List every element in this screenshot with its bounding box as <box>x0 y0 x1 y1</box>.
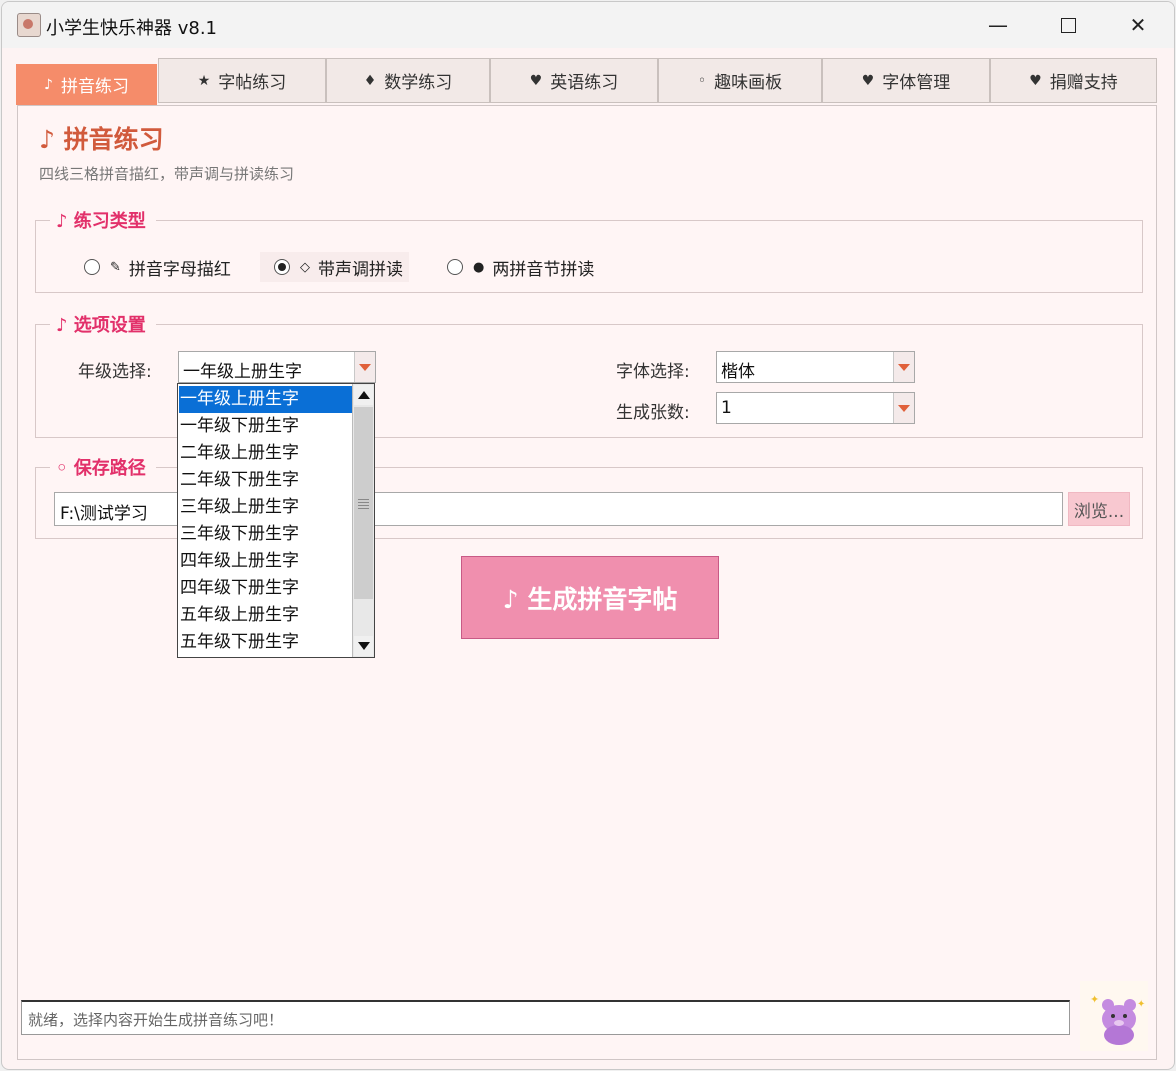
count-label: 生成张数: <box>616 403 690 423</box>
page-title: ♪ 拼音练习 <box>39 125 164 154</box>
small-circle-icon: ◦ <box>697 72 707 89</box>
tab-math[interactable]: ♦ 数学练习 <box>326 58 490 103</box>
title-bar[interactable]: 小学生快乐神器 v8.1 — ✕ <box>2 2 1174 48</box>
radio-circle-icon <box>84 259 100 275</box>
practice-type-group: ♪ 练习类型 ✎ 拼音字母描红 ◇ 带声调拼读 ● 两拼音节拼读 <box>35 207 1143 293</box>
dropdown-option[interactable]: 三年级下册生字 <box>179 521 352 548</box>
radio-tone-reading[interactable]: ◇ 带声调拼读 <box>260 252 409 282</box>
grade-label: 年级选择: <box>78 362 152 382</box>
browse-button[interactable]: 浏览... <box>1068 492 1130 526</box>
tab-fonts[interactable]: ♥ 字体管理 <box>822 58 990 103</box>
diamond-icon: ♦ <box>363 72 377 89</box>
maximize-button[interactable] <box>1033 2 1103 48</box>
svg-text:✦: ✦ <box>1137 999 1145 1010</box>
scroll-down-icon[interactable] <box>354 636 373 656</box>
radio-label: 拼音字母描红 <box>128 259 231 280</box>
close-button[interactable]: ✕ <box>1103 2 1173 48</box>
tab-pinyin[interactable]: ♪ 拼音练习 <box>16 64 157 105</box>
radio-checked-icon <box>274 259 290 275</box>
minimize-icon: — <box>988 13 1008 37</box>
tab-english[interactable]: ♥ 英语练习 <box>490 58 658 103</box>
dropdown-option[interactable]: 四年级下册生字 <box>179 575 352 602</box>
chevron-down-icon[interactable] <box>354 352 375 382</box>
radio-circle-icon <box>447 259 463 275</box>
minimize-button[interactable]: — <box>963 2 1033 48</box>
pencil-icon: ✎ <box>110 259 121 275</box>
dropdown-option[interactable]: 二年级下册生字 <box>179 467 352 494</box>
diamond-outline-icon: ◇ <box>300 259 310 275</box>
grade-select-value: 一年级上册生字 <box>183 362 302 382</box>
tab-donate[interactable]: ♥ 捐赠支持 <box>990 58 1157 103</box>
maximize-icon <box>1060 17 1076 33</box>
grade-select[interactable]: 一年级上册生字 <box>178 351 376 383</box>
dot-icon: ● <box>473 259 485 275</box>
radio-letter-tracing[interactable]: ✎ 拼音字母描红 <box>70 252 237 282</box>
tab-label: 拼音练习 <box>60 77 129 97</box>
tab-label: 字帖练习 <box>218 73 287 93</box>
radio-label: 带声调拼读 <box>318 259 403 280</box>
group-title: ◦ 保存路径 <box>50 454 156 480</box>
group-title: ♪ 选项设置 <box>50 311 156 337</box>
heart-icon: ♥ <box>861 72 875 89</box>
dropdown-option[interactable]: 五年级下册生字 <box>179 629 352 656</box>
scrollbar-thumb[interactable] <box>354 407 373 599</box>
bear-mascot-icon: ✦ ✦ <box>1080 981 1148 1051</box>
dropdown-option[interactable]: 五年级上册生字 <box>179 602 352 629</box>
tab-copybook[interactable]: ★ 字帖练习 <box>158 58 326 103</box>
count-select[interactable]: 1 <box>716 392 915 424</box>
dropdown-option[interactable]: 一年级下册生字 <box>179 413 352 440</box>
dropdown-option[interactable]: 三年级上册生字 <box>179 494 352 521</box>
dropdown-option[interactable]: 二年级上册生字 <box>179 440 352 467</box>
chevron-down-icon[interactable] <box>893 393 914 423</box>
radio-syllable-reading[interactable]: ● 两拼音节拼读 <box>433 252 600 282</box>
font-select[interactable]: 楷体 <box>716 351 915 383</box>
window-title: 小学生快乐神器 v8.1 <box>46 18 217 39</box>
dropdown-option[interactable]: 一年级上册生字 <box>179 386 352 413</box>
grade-dropdown-list[interactable]: 一年级上册生字 一年级下册生字 二年级上册生字 二年级下册生字 三年级上册生字 … <box>177 383 375 658</box>
status-text: 就绪，选择内容开始生成拼音练习吧！ <box>28 1011 284 1029</box>
status-bar: 就绪，选择内容开始生成拼音练习吧！ <box>21 1000 1070 1035</box>
tab-label: 数学练习 <box>384 73 453 93</box>
save-path-value: F:\测试学习 <box>60 504 148 524</box>
tab-bar: ♪ 拼音练习 ★ 字帖练习 ♦ 数学练习 ♥ 英语练习 ◦ 趣味画板 ♥ 字体管理 ♥ 捐赠支… <box>16 57 1158 105</box>
tab-label: 英语练习 <box>550 73 619 93</box>
svg-text:✦: ✦ <box>1090 993 1099 1006</box>
tab-drawing[interactable]: ◦ 趣味画板 <box>658 58 822 103</box>
star-icon: ★ <box>197 72 211 89</box>
tab-label: 趣味画板 <box>714 73 783 93</box>
group-title: ♪ 练习类型 <box>50 207 156 233</box>
dropdown-scrollbar[interactable] <box>352 384 374 657</box>
scroll-up-icon[interactable] <box>354 385 373 405</box>
font-label: 字体选择: <box>616 362 690 382</box>
heart-icon: ♥ <box>529 72 543 89</box>
music-note-icon: ♪ <box>44 76 53 93</box>
page-subtitle: 四线三格拼音描红，带声调与拼读练习 <box>39 165 295 183</box>
tab-label: 字体管理 <box>882 73 951 93</box>
app-icon <box>17 13 41 37</box>
chevron-down-icon[interactable] <box>893 352 914 382</box>
generate-button[interactable]: ♪ 生成拼音字帖 <box>461 556 719 639</box>
app-window: 小学生快乐神器 v8.1 — ✕ ♪ 拼音练习 ★ 字帖练习 ♦ 数学练习 ♥ 英语练习… <box>1 1 1175 1070</box>
tab-label: 捐赠支持 <box>1049 73 1118 93</box>
count-select-value: 1 <box>721 398 732 418</box>
dropdown-option[interactable]: 四年级上册生字 <box>179 548 352 575</box>
heart-icon: ♥ <box>1029 72 1042 89</box>
close-icon: ✕ <box>1129 13 1147 37</box>
radio-label: 两拼音节拼读 <box>492 259 595 280</box>
font-select-value: 楷体 <box>721 362 755 382</box>
